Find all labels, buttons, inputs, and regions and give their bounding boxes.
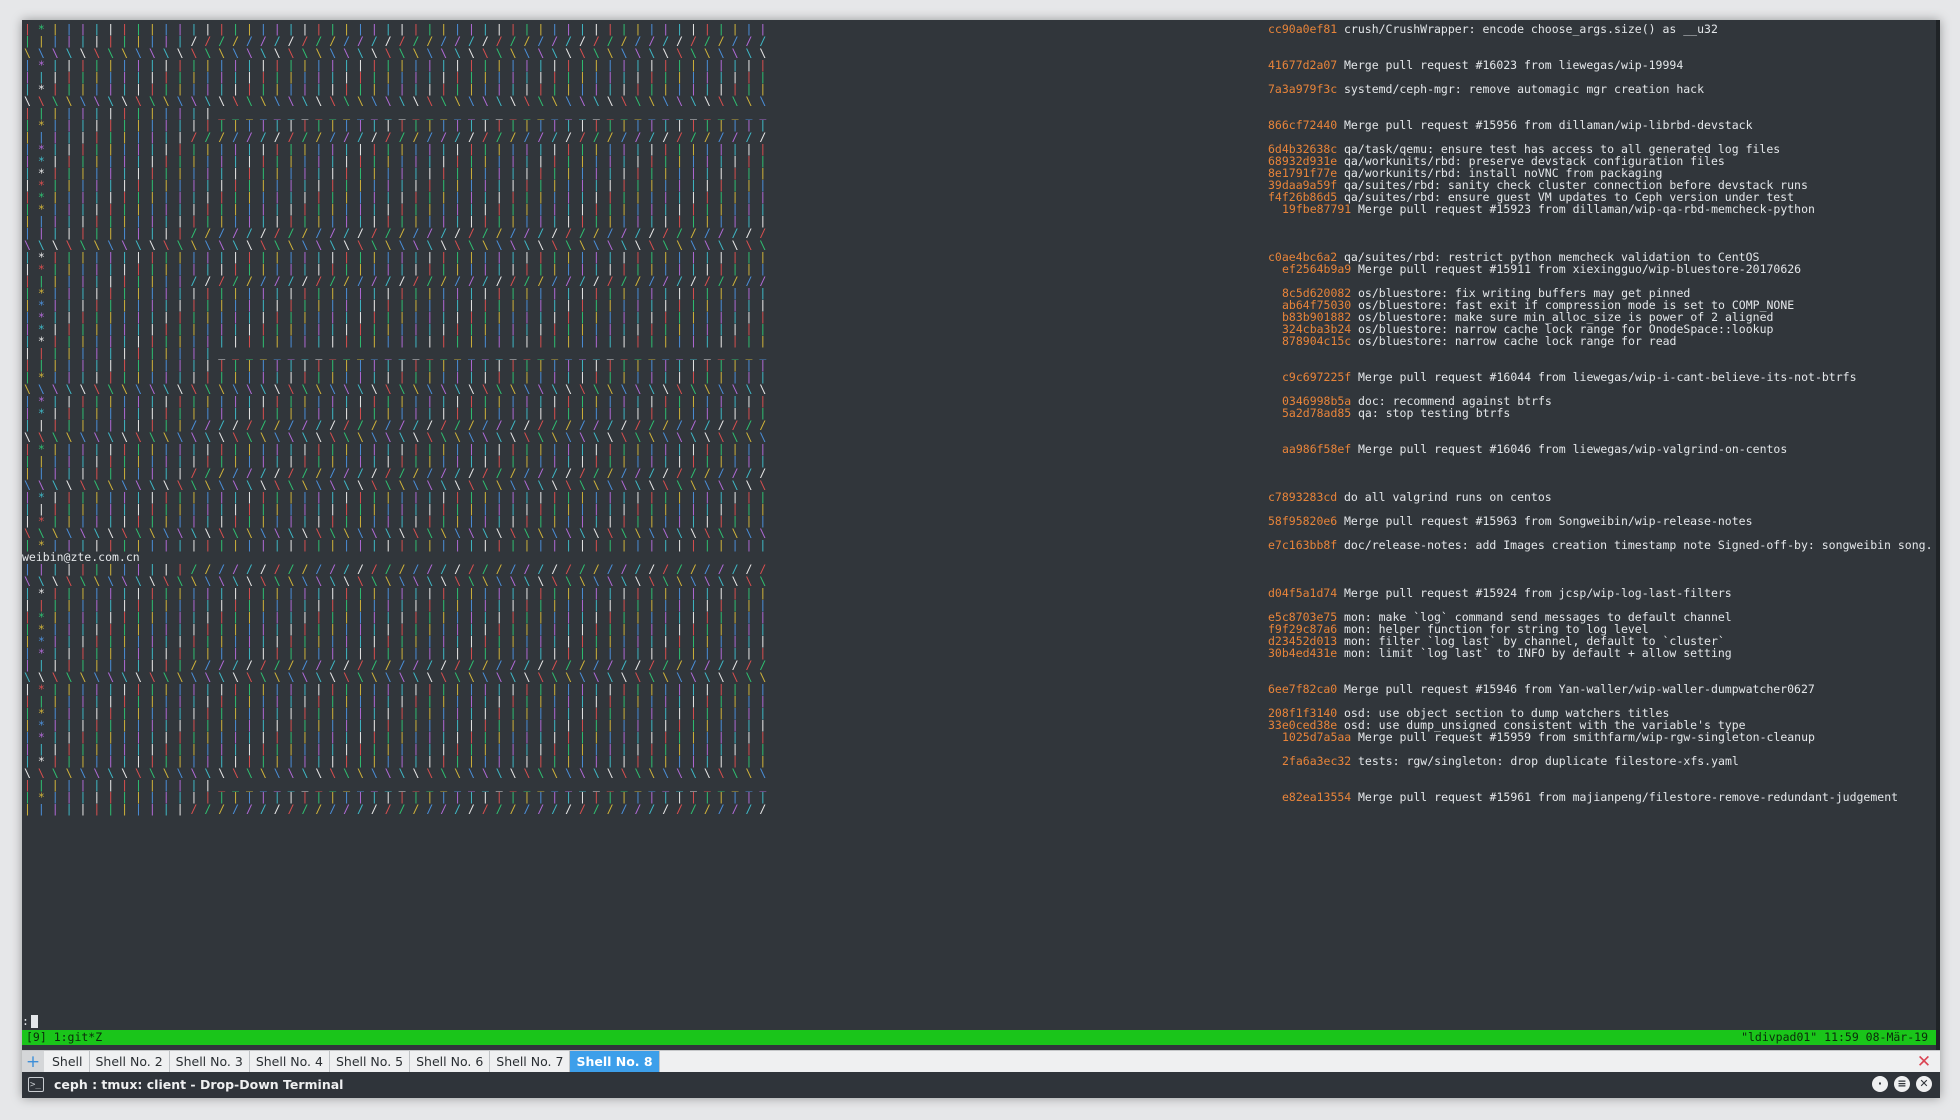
tab-list: Shell Shell No. 2 Shell No. 3 Shell No. 4 Sh… (46, 1051, 660, 1073)
command-prompt[interactable]: : (22, 1014, 62, 1029)
window-titlebar: >_ ceph : tmux: client - Drop-Down Termi… (22, 1072, 1940, 1098)
tmux-status-bar: [9] 1:git*Z "ldivpad01" 11:59 08-Mär-19 (22, 1030, 1940, 1045)
window-title: ceph : tmux: client - Drop-Down Terminal (54, 1077, 344, 1092)
tmux-host-clock: "ldivpad01" 11:59 08-Mär-19 (1741, 1030, 1928, 1044)
tab-shell-6[interactable]: Shell No. 6 (410, 1051, 491, 1072)
tab-bar: + Shell Shell No. 2 Shell No. 3 Shell No. 4… (22, 1050, 1940, 1073)
graph-row: | | | | | | | | | | | | / / / / / / / / … (22, 802, 1940, 817)
tab-shell-7[interactable]: Shell No. 7 (490, 1051, 571, 1072)
tmux-window-list: [9] 1:git*Z (26, 1030, 103, 1044)
minimize-button[interactable]: · (1872, 1076, 1888, 1092)
new-tab-button[interactable]: + (22, 1051, 44, 1073)
tab-shell-2[interactable]: Shell No. 2 (89, 1051, 170, 1072)
close-tab-button[interactable]: ✕ (1914, 1052, 1934, 1072)
tab-shell-4[interactable]: Shell No. 4 (249, 1051, 330, 1072)
scrollbar[interactable] (1936, 20, 1940, 1050)
tab-shell-1[interactable]: Shell (46, 1051, 90, 1072)
terminal-area[interactable]: | * | | | | | | | | | | | | | | | | | | … (22, 20, 1940, 1050)
tab-shell-8[interactable]: Shell No. 8 (570, 1051, 660, 1072)
cursor (30, 1015, 38, 1028)
tab-shell-5[interactable]: Shell No. 5 (329, 1051, 411, 1072)
tab-shell-3[interactable]: Shell No. 3 (169, 1051, 250, 1072)
terminal-window: | * | | | | | | | | | | | | | | | | | | … (22, 20, 1940, 1098)
prompt-text: : (22, 1014, 29, 1028)
window-controls: · ≡ ✕ (1872, 1076, 1932, 1092)
close-window-button[interactable]: ✕ (1916, 1076, 1932, 1092)
graph-lines: | | | | | | | | | | | | / / / / / / / / … (24, 802, 767, 816)
terminal-icon: >_ (28, 1077, 44, 1092)
menu-button[interactable]: ≡ (1894, 1076, 1910, 1092)
